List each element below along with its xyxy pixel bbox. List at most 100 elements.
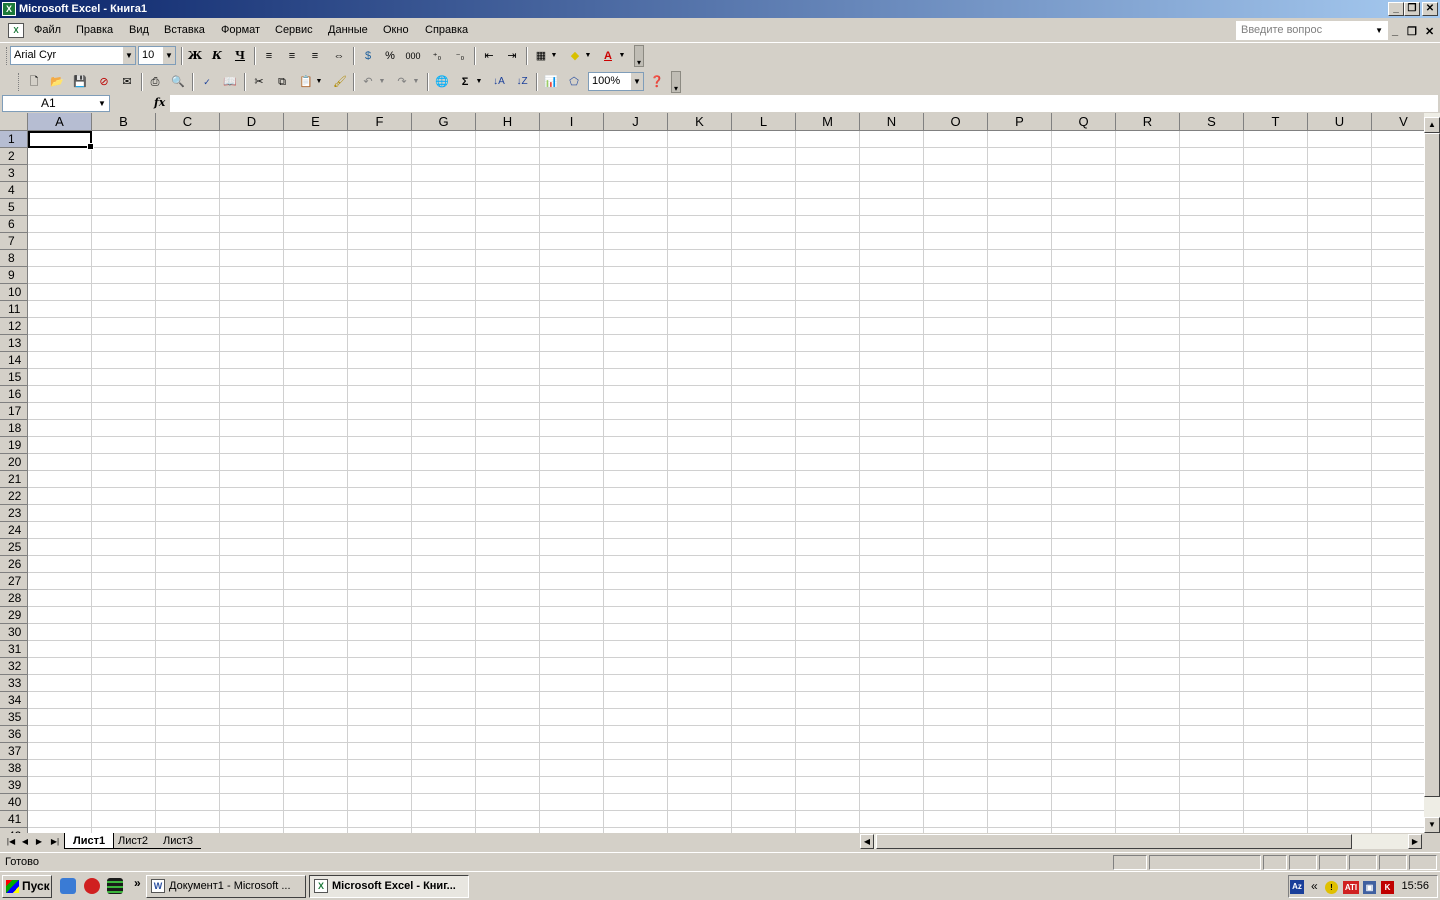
horizontal-scroll-thumb[interactable]: [876, 834, 1352, 849]
menu-help[interactable]: Справка: [425, 24, 468, 36]
horizontal-scrollbar[interactable]: ◀ ▶: [860, 834, 1422, 849]
column-header-t[interactable]: T: [1244, 113, 1308, 131]
row-header-10[interactable]: 10: [0, 284, 28, 301]
chevron-down-icon[interactable]: ▼: [631, 73, 643, 90]
toolbar-handle[interactable]: [18, 73, 21, 91]
increase-indent-icon[interactable]: ⇥: [502, 47, 522, 65]
toolbar-options-icon[interactable]: ▾: [671, 71, 681, 93]
column-header-r[interactable]: R: [1116, 113, 1180, 131]
fill-color-icon[interactable]: ◆: [565, 47, 585, 65]
column-header-f[interactable]: F: [348, 113, 412, 131]
column-header-c[interactable]: C: [156, 113, 220, 131]
row-header-28[interactable]: 28: [0, 590, 28, 607]
row-header-14[interactable]: 14: [0, 352, 28, 369]
help-question-input[interactable]: Введите вопрос ▼: [1236, 21, 1388, 40]
row-header-37[interactable]: 37: [0, 743, 28, 760]
column-header-a[interactable]: A: [28, 113, 92, 131]
row-header-9[interactable]: 9: [0, 267, 28, 284]
currency-icon[interactable]: $: [358, 47, 378, 65]
ati-icon[interactable]: ATI: [1343, 881, 1359, 894]
decrease-decimal-icon[interactable]: ⁻₀: [450, 47, 470, 65]
print-icon[interactable]: ⎙: [145, 73, 165, 91]
help-icon[interactable]: ❓: [647, 73, 667, 91]
sheet-tab-3[interactable]: Лист3: [155, 833, 202, 849]
menu-window[interactable]: Окно: [383, 24, 409, 36]
row-header-5[interactable]: 5: [0, 199, 28, 216]
column-header-n[interactable]: N: [860, 113, 924, 131]
menu-edit[interactable]: Правка: [76, 24, 113, 36]
doc-restore-button[interactable]: ❐: [1407, 25, 1417, 38]
scroll-down-icon[interactable]: ▼: [1424, 817, 1440, 833]
sheet-tab-2[interactable]: Лист2: [110, 833, 157, 849]
row-header-41[interactable]: 41: [0, 811, 28, 828]
column-header-h[interactable]: H: [476, 113, 540, 131]
permission-icon[interactable]: ⊘: [94, 73, 114, 91]
row-header-34[interactable]: 34: [0, 692, 28, 709]
taskbar-word-button[interactable]: W Документ1 - Microsoft ...: [146, 875, 306, 898]
more-quicklaunch-icon[interactable]: »: [134, 876, 141, 890]
row-header-12[interactable]: 12: [0, 318, 28, 335]
row-header-22[interactable]: 22: [0, 488, 28, 505]
open-folder-icon[interactable]: 📂: [47, 73, 67, 91]
format-painter-icon[interactable]: 🖌: [330, 73, 350, 91]
vertical-scroll-thumb[interactable]: [1424, 133, 1440, 797]
row-header-40[interactable]: 40: [0, 794, 28, 811]
chevron-down-icon[interactable]: ▼: [583, 47, 593, 65]
column-header-d[interactable]: D: [220, 113, 284, 131]
column-header-e[interactable]: E: [284, 113, 348, 131]
row-header-4[interactable]: 4: [0, 182, 28, 199]
chart-wizard-icon[interactable]: 📊: [541, 73, 561, 91]
sheet-tab-1[interactable]: Лист1: [64, 833, 115, 849]
tray-expand-icon[interactable]: «: [1311, 879, 1318, 893]
excel-icon[interactable]: X: [2, 2, 16, 16]
spelling-icon[interactable]: ✓: [197, 73, 217, 91]
row-header-11[interactable]: 11: [0, 301, 28, 318]
scroll-right-icon[interactable]: ▶: [1408, 834, 1422, 849]
restore-button[interactable]: ❐: [1404, 2, 1420, 16]
increase-decimal-icon[interactable]: ⁺₀: [427, 47, 447, 65]
chevron-down-icon[interactable]: ▼: [95, 96, 109, 111]
browser-icon[interactable]: [60, 878, 76, 894]
align-center-icon[interactable]: ≡: [282, 47, 302, 65]
first-sheet-icon[interactable]: |◀: [4, 835, 18, 848]
next-sheet-icon[interactable]: ▶: [32, 835, 46, 848]
column-header-v[interactable]: V: [1372, 113, 1424, 131]
row-header-35[interactable]: 35: [0, 709, 28, 726]
formula-input[interactable]: [170, 95, 1438, 112]
row-header-26[interactable]: 26: [0, 556, 28, 573]
vertical-scrollbar[interactable]: ▲ ▼: [1424, 113, 1440, 833]
toolbar-handle[interactable]: [6, 47, 9, 65]
menu-file[interactable]: Файл: [34, 24, 61, 36]
row-header-23[interactable]: 23: [0, 505, 28, 522]
row-header-7[interactable]: 7: [0, 233, 28, 250]
decrease-indent-icon[interactable]: ⇤: [479, 47, 499, 65]
column-header-i[interactable]: I: [540, 113, 604, 131]
column-header-s[interactable]: S: [1180, 113, 1244, 131]
cut-icon[interactable]: ✂: [249, 73, 269, 91]
chevron-down-icon[interactable]: ▼: [123, 47, 135, 64]
menu-view[interactable]: Вид: [129, 24, 149, 36]
chevron-down-icon[interactable]: ▼: [617, 47, 627, 65]
workbook-icon[interactable]: X: [8, 23, 24, 38]
media-player-icon[interactable]: [84, 878, 100, 894]
network-icon[interactable]: ▣: [1363, 881, 1376, 894]
row-header-30[interactable]: 30: [0, 624, 28, 641]
active-cell[interactable]: [28, 131, 94, 150]
insert-function-button[interactable]: fx: [154, 96, 165, 109]
row-header-25[interactable]: 25: [0, 539, 28, 556]
print-preview-icon[interactable]: 🔍: [168, 73, 188, 91]
scroll-up-icon[interactable]: ▲: [1424, 117, 1440, 133]
column-header-q[interactable]: Q: [1052, 113, 1116, 131]
align-left-icon[interactable]: ≡: [259, 47, 279, 65]
percent-button[interactable]: %: [380, 47, 400, 65]
close-button[interactable]: ✕: [1422, 2, 1438, 16]
row-header-27[interactable]: 27: [0, 573, 28, 590]
select-all-button[interactable]: [0, 113, 28, 131]
last-sheet-icon[interactable]: ▶|: [48, 835, 62, 848]
row-header-33[interactable]: 33: [0, 675, 28, 692]
chevron-down-icon[interactable]: ▼: [549, 47, 559, 65]
chevron-down-icon[interactable]: ▼: [314, 73, 324, 91]
row-header-38[interactable]: 38: [0, 760, 28, 777]
row-header-24[interactable]: 24: [0, 522, 28, 539]
chevron-down-icon[interactable]: ▼: [474, 73, 484, 91]
